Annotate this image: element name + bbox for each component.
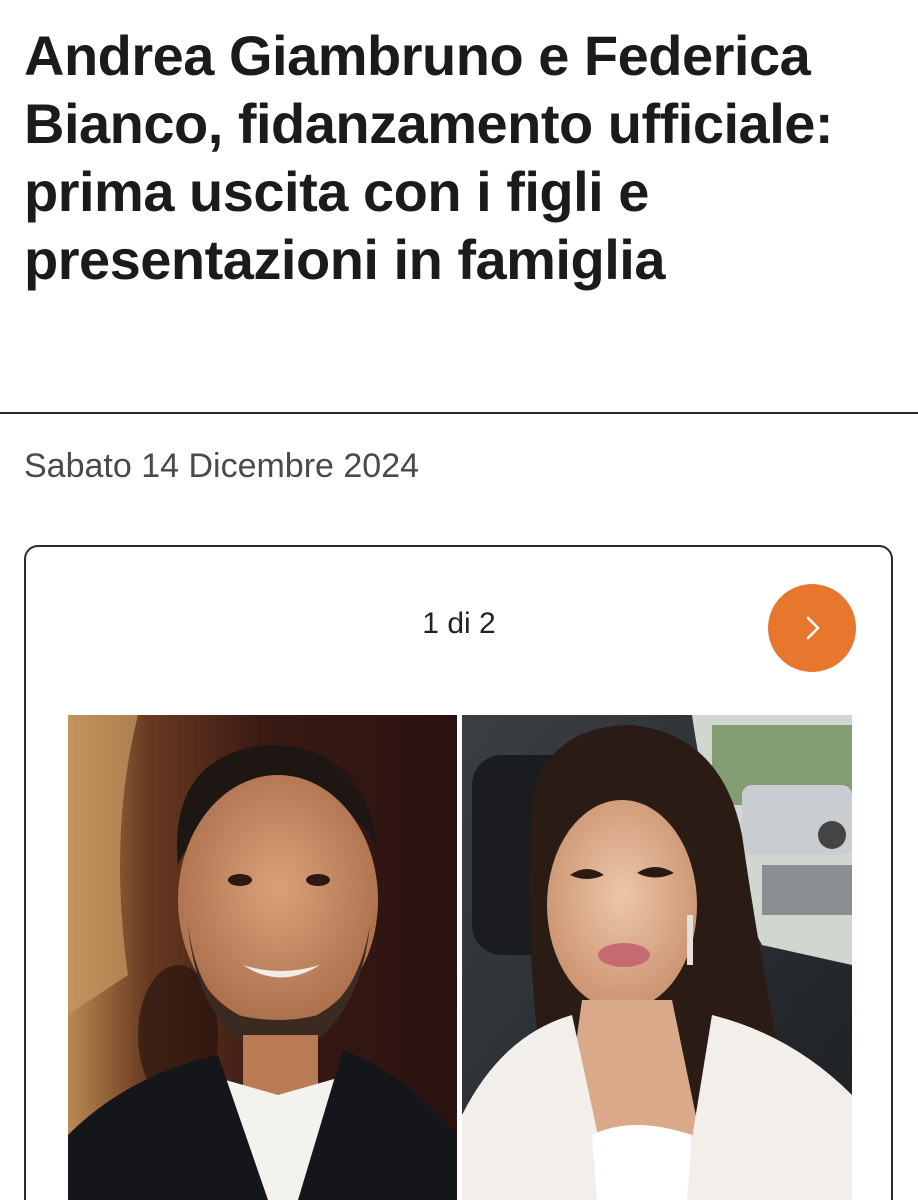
article-date: Sabato 14 Dicembre 2024 [24, 447, 420, 485]
article-page: Andrea Giambruno e Federica Bianco, fida… [0, 0, 918, 1200]
woman-selfie-image [462, 715, 852, 1200]
chevron-right-icon [806, 616, 820, 640]
gallery-photo-left[interactable] [68, 715, 457, 1200]
article-headline: Andrea Giambruno e Federica Bianco, fida… [24, 24, 834, 291]
man-portrait-image [68, 715, 457, 1200]
gallery-next-button[interactable] [768, 584, 856, 672]
headline-divider [0, 412, 918, 414]
gallery-photo-right[interactable] [462, 715, 852, 1200]
